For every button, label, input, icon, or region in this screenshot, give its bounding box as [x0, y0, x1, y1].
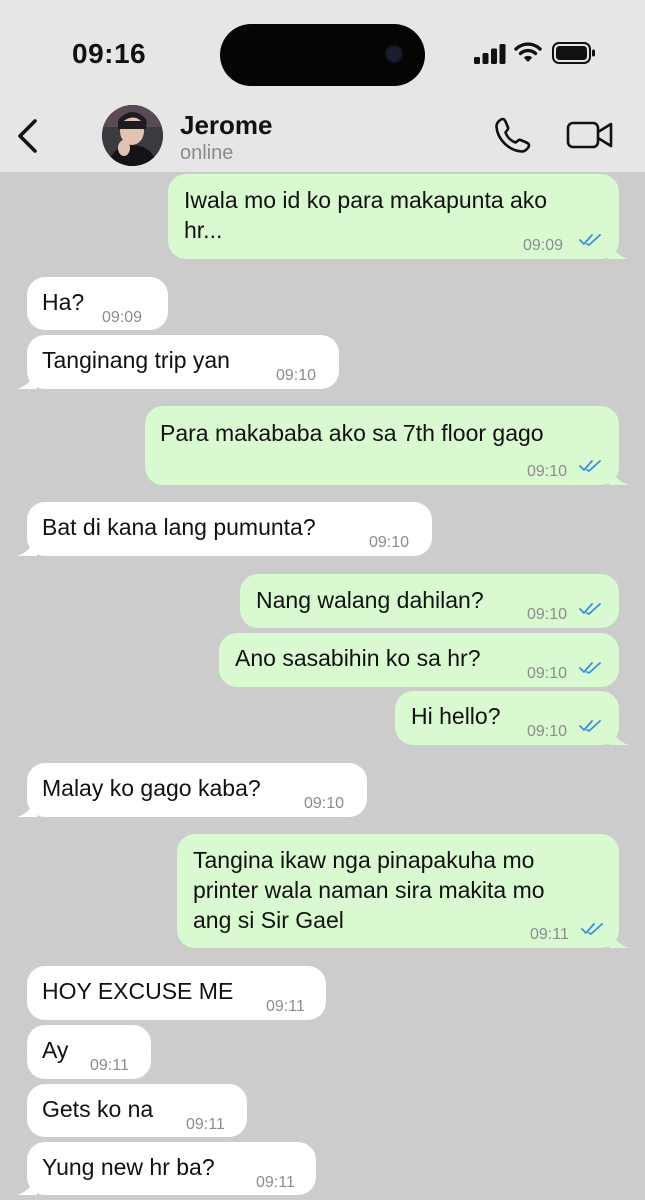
message-text: Malay ko gago kaba?: [42, 775, 261, 801]
chat-header: Jerome online: [0, 100, 645, 172]
message-time: 09:11: [186, 1116, 225, 1133]
message-outgoing[interactable]: Para makababa ako sa 7th floor gago 09:1…: [145, 406, 629, 485]
message-incoming[interactable]: Gets ko na 09:11: [27, 1084, 247, 1137]
message-text: HOY EXCUSE ME: [42, 978, 234, 1004]
message-incoming[interactable]: Tanginang trip yan 09:10: [17, 335, 339, 389]
message-text: Gets ko na: [42, 1096, 154, 1122]
video-call-icon[interactable]: [566, 120, 614, 150]
bubble-tail: [609, 928, 629, 948]
bubble-tail: [17, 369, 37, 389]
contact-name[interactable]: Jerome: [180, 110, 273, 141]
message-time: 09:11: [530, 926, 569, 943]
dynamic-island: [220, 24, 425, 86]
message-incoming[interactable]: Ay 09:11: [27, 1025, 151, 1079]
message-outgoing[interactable]: Hi hello? 09:10: [395, 691, 629, 745]
message-incoming[interactable]: Bat di kana lang pumunta? 09:10: [17, 502, 432, 556]
message-time: 09:10: [276, 367, 317, 384]
bubble-tail: [609, 465, 629, 485]
read-double-check-icon: [581, 923, 603, 935]
bubble-tail: [17, 1175, 37, 1195]
wifi-icon: [514, 42, 542, 62]
read-double-check-icon: [579, 662, 601, 674]
back-chevron-icon[interactable]: [14, 116, 40, 156]
bubble-tail: [608, 239, 628, 259]
message-time: 09:11: [90, 1057, 129, 1074]
message-incoming[interactable]: Yung new hr ba? 09:11: [17, 1142, 316, 1195]
message-time: 09:10: [369, 534, 410, 551]
message-outgoing[interactable]: Nang walang dahilan? 09:10: [240, 574, 619, 628]
message-text: Nang walang dahilan?: [256, 587, 484, 613]
read-double-check-icon: [579, 603, 601, 615]
camera-icon: [385, 45, 403, 63]
contact-avatar[interactable]: [102, 105, 163, 166]
battery-icon: [552, 42, 595, 64]
message-text: Ano sasabihin ko sa hr?: [235, 645, 481, 671]
message-text: Iwala mo id ko para makapunta ako hr...: [184, 187, 548, 243]
message-text: Ha?: [42, 289, 85, 315]
message-time: 09:09: [102, 309, 143, 326]
message-text: Tangina ikaw nga pinapakuha mo printer wa…: [193, 847, 545, 933]
message-time: 09:10: [527, 606, 568, 623]
clock: 09:16: [72, 38, 147, 69]
phone-call-icon[interactable]: [494, 116, 532, 154]
message-text: Tanginang trip yan: [42, 347, 230, 373]
message-time: 09:11: [256, 1174, 295, 1191]
message-text: Yung new hr ba?: [42, 1154, 215, 1180]
message-outgoing[interactable]: Iwala mo id ko para makapunta ako hr... 0…: [168, 174, 628, 259]
message-time: 09:10: [527, 463, 568, 480]
message-incoming[interactable]: Malay ko gago kaba? 09:10: [17, 763, 367, 817]
message-text: Hi hello?: [411, 703, 501, 729]
message-incoming[interactable]: HOY EXCUSE ME 09:11: [27, 966, 326, 1020]
cellular-signal-icon: [474, 44, 506, 64]
status-bar: 09:16: [0, 0, 645, 100]
message-text: Bat di kana lang pumunta?: [42, 514, 316, 540]
message-text: Para makababa ako sa 7th floor gago: [160, 420, 544, 446]
read-double-check-icon: [579, 234, 601, 246]
read-double-check-icon: [579, 720, 601, 732]
message-time: 09:10: [527, 723, 568, 740]
message-time: 09:10: [304, 795, 345, 812]
message-text: Ay: [42, 1037, 69, 1063]
message-time: 09:10: [527, 665, 568, 682]
bubble-tail: [17, 797, 37, 817]
message-time: 09:09: [523, 237, 564, 254]
message-outgoing[interactable]: Ano sasabihin ko sa hr? 09:10: [219, 633, 619, 687]
presence-status: online: [180, 142, 234, 164]
bubble-tail: [609, 725, 629, 745]
message-incoming[interactable]: Ha? 09:09: [27, 277, 168, 330]
bubble-tail: [17, 536, 37, 556]
read-double-check-icon: [579, 460, 601, 472]
message-time: 09:11: [266, 998, 305, 1015]
message-outgoing[interactable]: Tangina ikaw nga pinapakuha mo printer wa…: [177, 834, 629, 948]
